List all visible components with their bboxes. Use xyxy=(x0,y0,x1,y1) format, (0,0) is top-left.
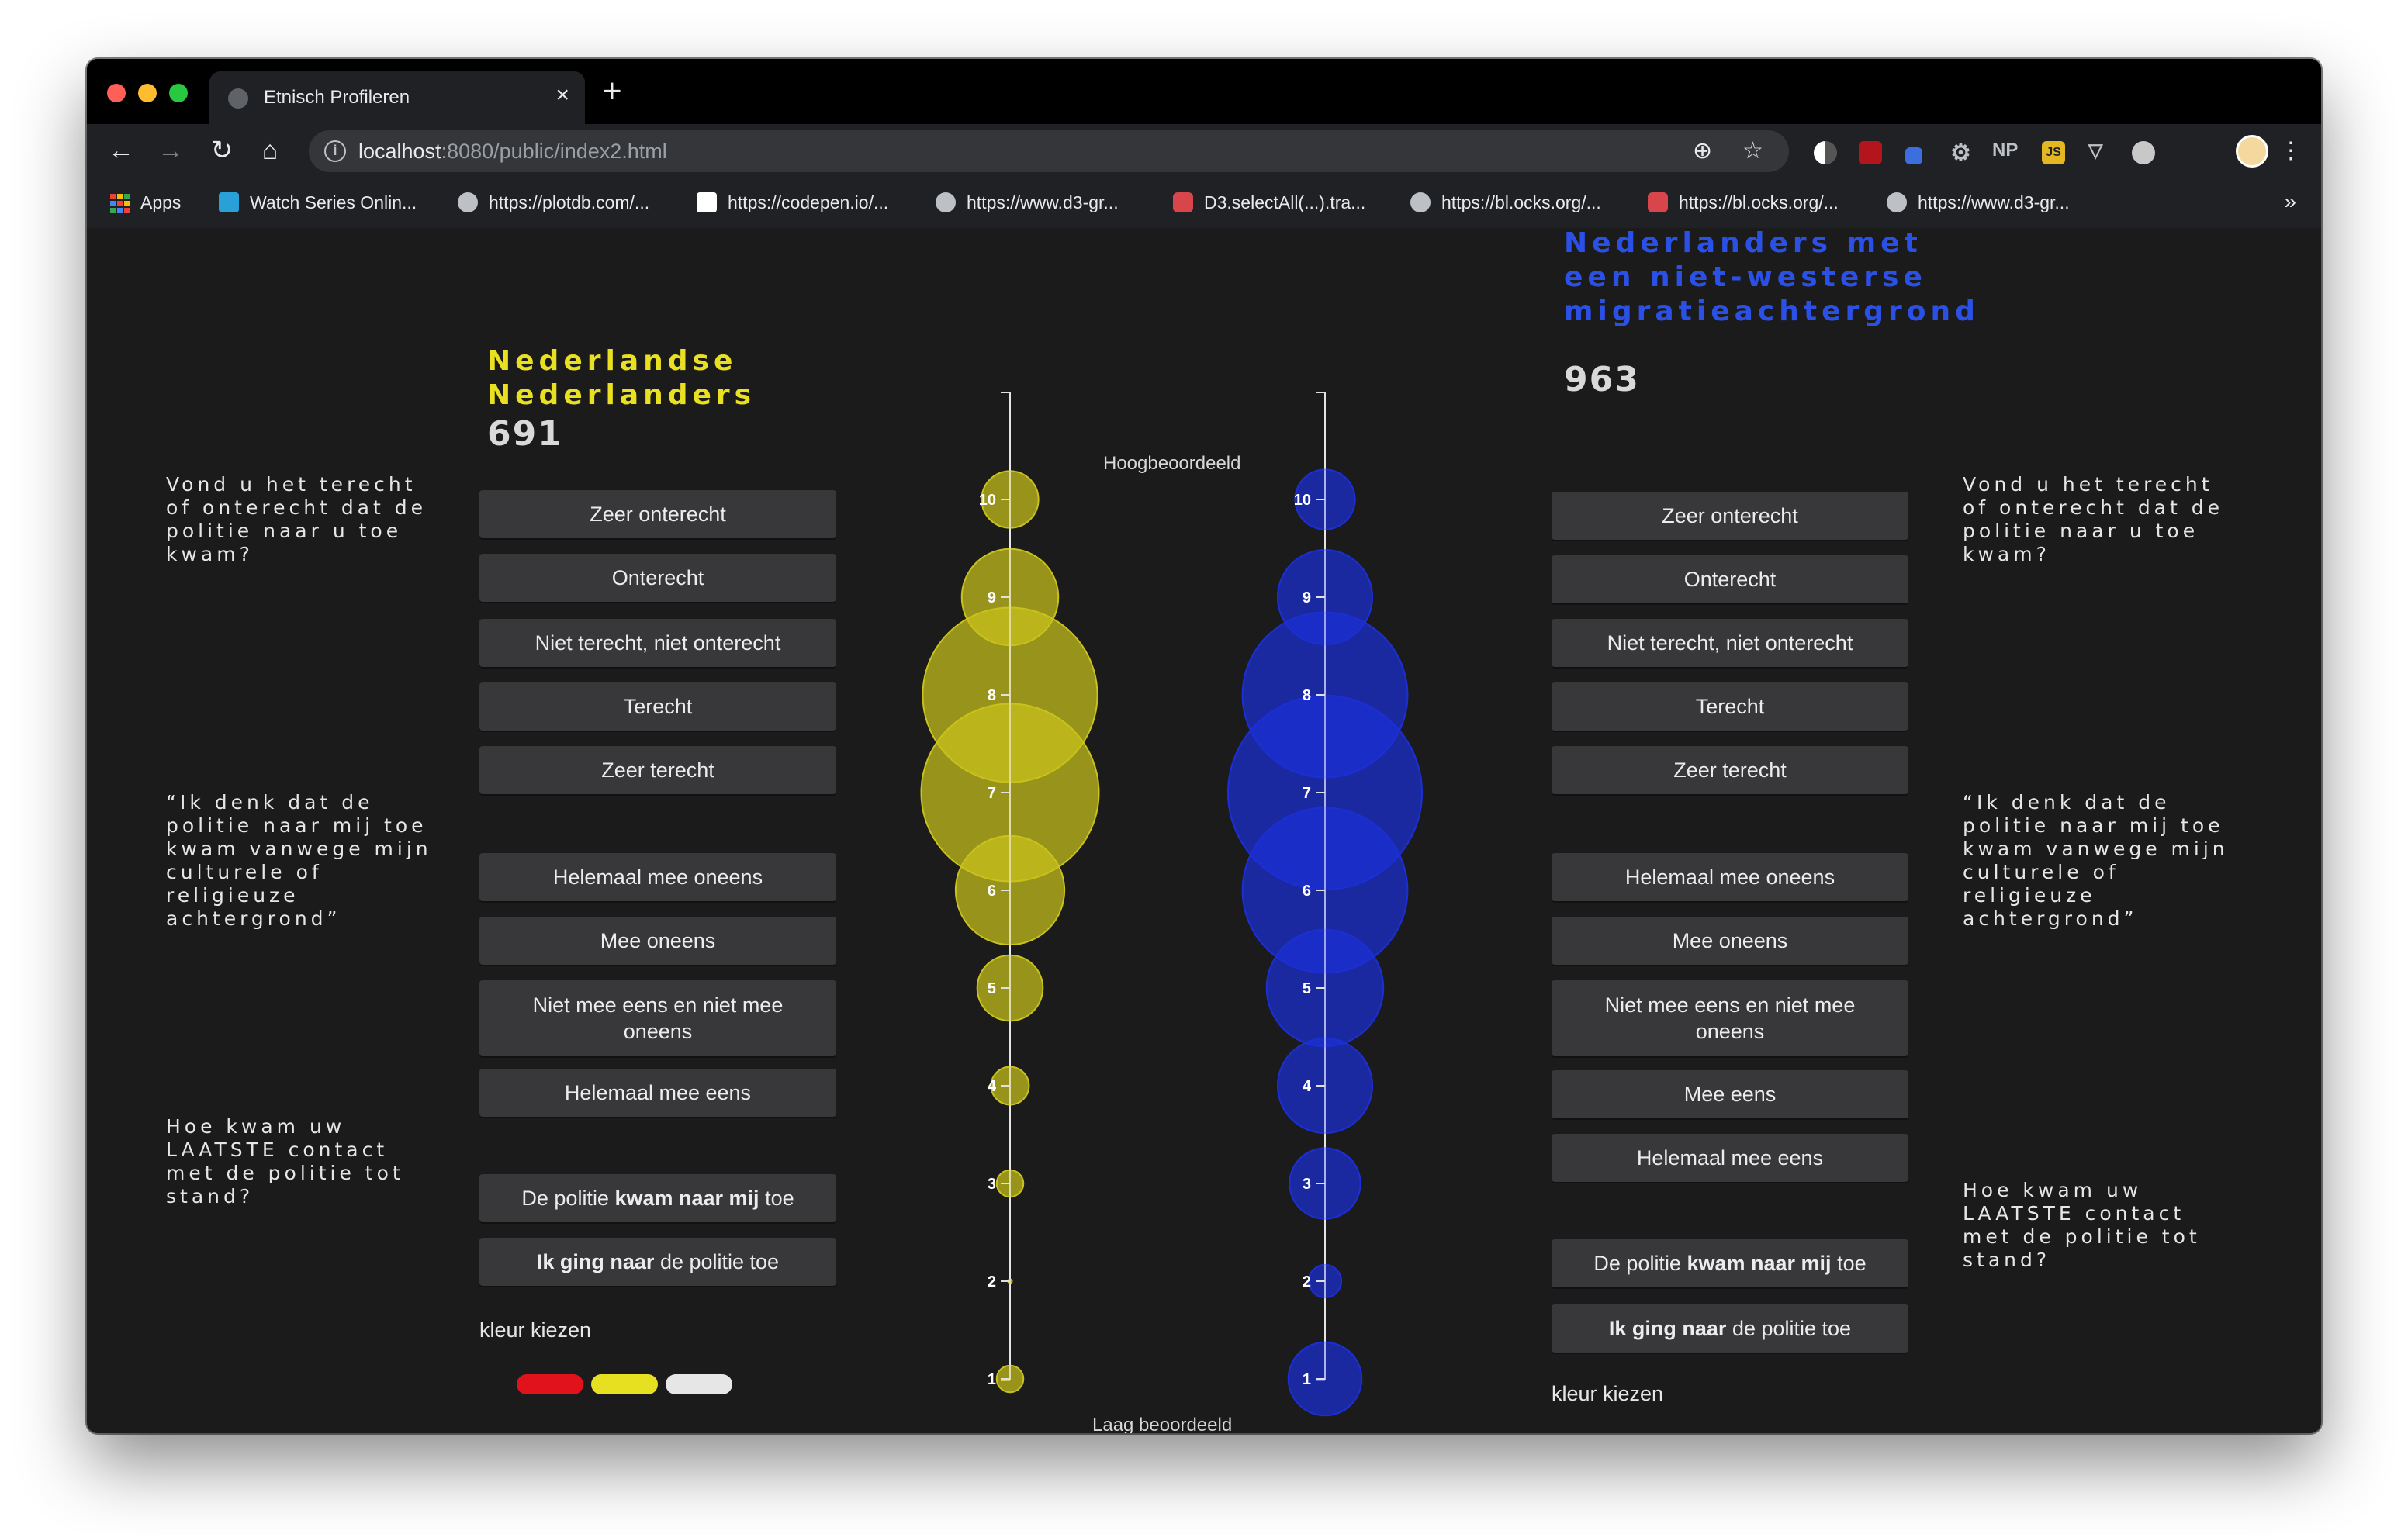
bookmark-item[interactable]: https://plotdb.com/... xyxy=(458,192,649,216)
forward-arrow-icon[interactable]: → xyxy=(154,133,188,168)
info-icon[interactable]: i xyxy=(324,140,346,162)
y-tick-label: 6 xyxy=(988,883,996,900)
browser-toolbar: ← → ↻ ⌂ i localhost:8080/public/index2.h… xyxy=(87,124,2321,178)
y-tick-label: 6 xyxy=(1303,883,1311,900)
zoom-icon[interactable]: ⊕ xyxy=(1693,136,1712,166)
bookmark-item[interactable]: https://www.d3-gr... xyxy=(1887,192,2070,216)
vue-devtools-icon[interactable]: ▽ xyxy=(2088,140,2102,162)
js-extension-icon[interactable]: JS xyxy=(2042,141,2065,164)
dark-reader-icon[interactable] xyxy=(1814,141,1837,164)
site-icon xyxy=(219,192,239,212)
globe-icon xyxy=(228,88,248,109)
tab-title: Etnisch Profileren xyxy=(264,87,410,108)
bookmark-item[interactable]: https://www.d3-gr... xyxy=(936,192,1119,216)
tab-close-icon[interactable]: × xyxy=(555,82,569,109)
np-extension-icon[interactable]: NP xyxy=(1992,140,2018,161)
codepen-icon xyxy=(697,192,717,212)
y-tick-label: 8 xyxy=(988,687,996,704)
extension-circle-icon[interactable] xyxy=(2132,141,2155,164)
globe-icon xyxy=(1410,192,1431,212)
home-icon[interactable]: ⌂ xyxy=(253,133,287,168)
y-tick-label: 4 xyxy=(1303,1078,1312,1095)
bookmark-item[interactable]: https://bl.ocks.org/... xyxy=(1648,192,1839,216)
gear-icon[interactable]: ⚙ xyxy=(1950,140,1971,167)
y-tick-label: 5 xyxy=(988,980,996,997)
bookmarks-more-icon[interactable]: » xyxy=(2284,189,2296,214)
new-tab-button[interactable]: + xyxy=(602,71,622,112)
site-icon xyxy=(1648,192,1668,212)
y-tick-label: 7 xyxy=(988,785,996,802)
menu-kebab-icon[interactable]: ⋮ xyxy=(2279,136,2302,166)
y-tick-label: 10 xyxy=(979,492,996,509)
bookmark-apps[interactable]: Apps xyxy=(110,192,181,216)
back-arrow-icon[interactable]: ← xyxy=(104,133,138,168)
y-tick-label: 3 xyxy=(1303,1176,1311,1193)
profile-avatar[interactable] xyxy=(2236,135,2268,168)
address-url[interactable]: localhost:8080/public/index2.html xyxy=(358,140,667,164)
bookmarks-bar: Apps Watch Series Onlin... https://plotd… xyxy=(87,178,2321,228)
y-tick-label: 2 xyxy=(1303,1273,1311,1290)
address-bar[interactable]: i localhost:8080/public/index2.html ⊕ ☆ xyxy=(309,130,1789,172)
browser-window: Etnisch Profileren × + ← → ↻ ⌂ i localho… xyxy=(87,59,2321,1433)
bookmark-item[interactable]: https://bl.ocks.org/... xyxy=(1410,192,1601,216)
site-icon xyxy=(1173,192,1193,212)
active-tab[interactable]: Etnisch Profileren × xyxy=(209,71,585,124)
y-tick-label: 4 xyxy=(988,1078,997,1095)
reload-icon[interactable]: ↻ xyxy=(205,133,239,168)
minimize-window-button[interactable] xyxy=(138,84,157,102)
y-tick-label: 1 xyxy=(988,1371,996,1388)
y-tick-label: 2 xyxy=(988,1273,996,1290)
page-content: Nederlandse Nederlanders 691 Vond u het … xyxy=(87,227,2321,1433)
globe-icon xyxy=(458,192,478,212)
y-tick-label: 9 xyxy=(988,589,996,606)
bookmark-item[interactable]: https://codepen.io/... xyxy=(697,192,888,216)
tab-strip: Etnisch Profileren × + xyxy=(87,59,2321,124)
bookmark-item[interactable]: Watch Series Onlin... xyxy=(219,192,417,216)
apps-grid-icon xyxy=(110,194,130,214)
bookmark-star-icon[interactable]: ☆ xyxy=(1742,136,1763,166)
y-tick-label: 8 xyxy=(1303,687,1311,704)
y-tick-label: 5 xyxy=(1303,980,1311,997)
close-window-button[interactable] xyxy=(107,84,126,102)
y-tick-label: 7 xyxy=(1303,785,1311,802)
y-tick-label: 3 xyxy=(988,1176,996,1193)
ublock-icon[interactable] xyxy=(1859,141,1882,164)
globe-icon xyxy=(936,192,956,212)
y-tick-label: 9 xyxy=(1303,589,1311,606)
globe-icon xyxy=(1887,192,1907,212)
bookmark-item[interactable]: D3.selectAll(...).tra... xyxy=(1173,192,1365,216)
maximize-window-button[interactable] xyxy=(169,84,188,102)
y-tick-label: 10 xyxy=(1294,492,1311,509)
bubble-chart: 1 2 3 4 5 6 7 8 9 10 1 2 3 4 5 6 7 8 9 10 xyxy=(920,392,1424,1417)
y-tick-label: 1 xyxy=(1303,1371,1311,1388)
eyedropper-icon[interactable] xyxy=(1905,147,1922,164)
